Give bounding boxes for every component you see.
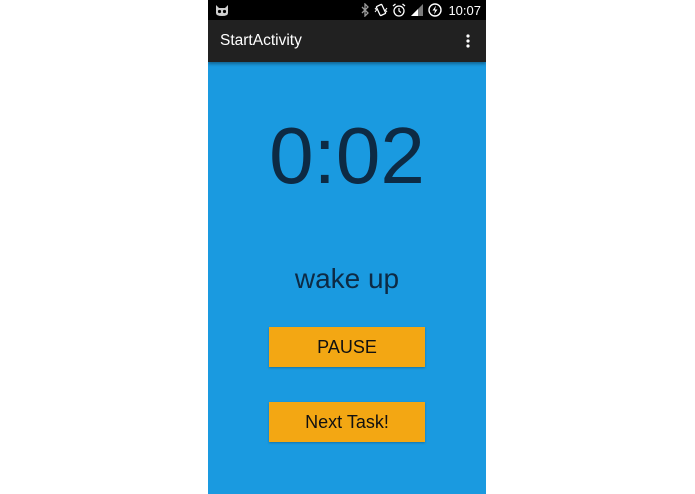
overflow-menu-icon[interactable] — [460, 32, 476, 50]
alarm-icon — [392, 3, 406, 17]
vibrate-icon — [374, 3, 388, 17]
countdown-timer: 0:02 — [269, 111, 425, 200]
battery-charging-icon — [428, 3, 443, 17]
app-title: StartActivity — [220, 32, 302, 49]
bluetooth-icon — [360, 3, 370, 17]
status-bar: 10:07 — [208, 0, 486, 20]
next-task-button[interactable]: Next Task! — [269, 402, 425, 442]
task-label: wake up — [294, 263, 400, 294]
status-clock: 10:07 — [448, 2, 481, 18]
pause-button[interactable]: PAUSE — [269, 327, 425, 367]
status-icons: 10:07 — [360, 0, 481, 20]
action-bar: StartActivity — [208, 20, 486, 62]
signal-icon — [410, 3, 424, 17]
phone-screen: 10:07 StartActivity 0:02 wake up PAUSE N… — [208, 0, 486, 494]
cat-app-icon — [214, 2, 230, 18]
